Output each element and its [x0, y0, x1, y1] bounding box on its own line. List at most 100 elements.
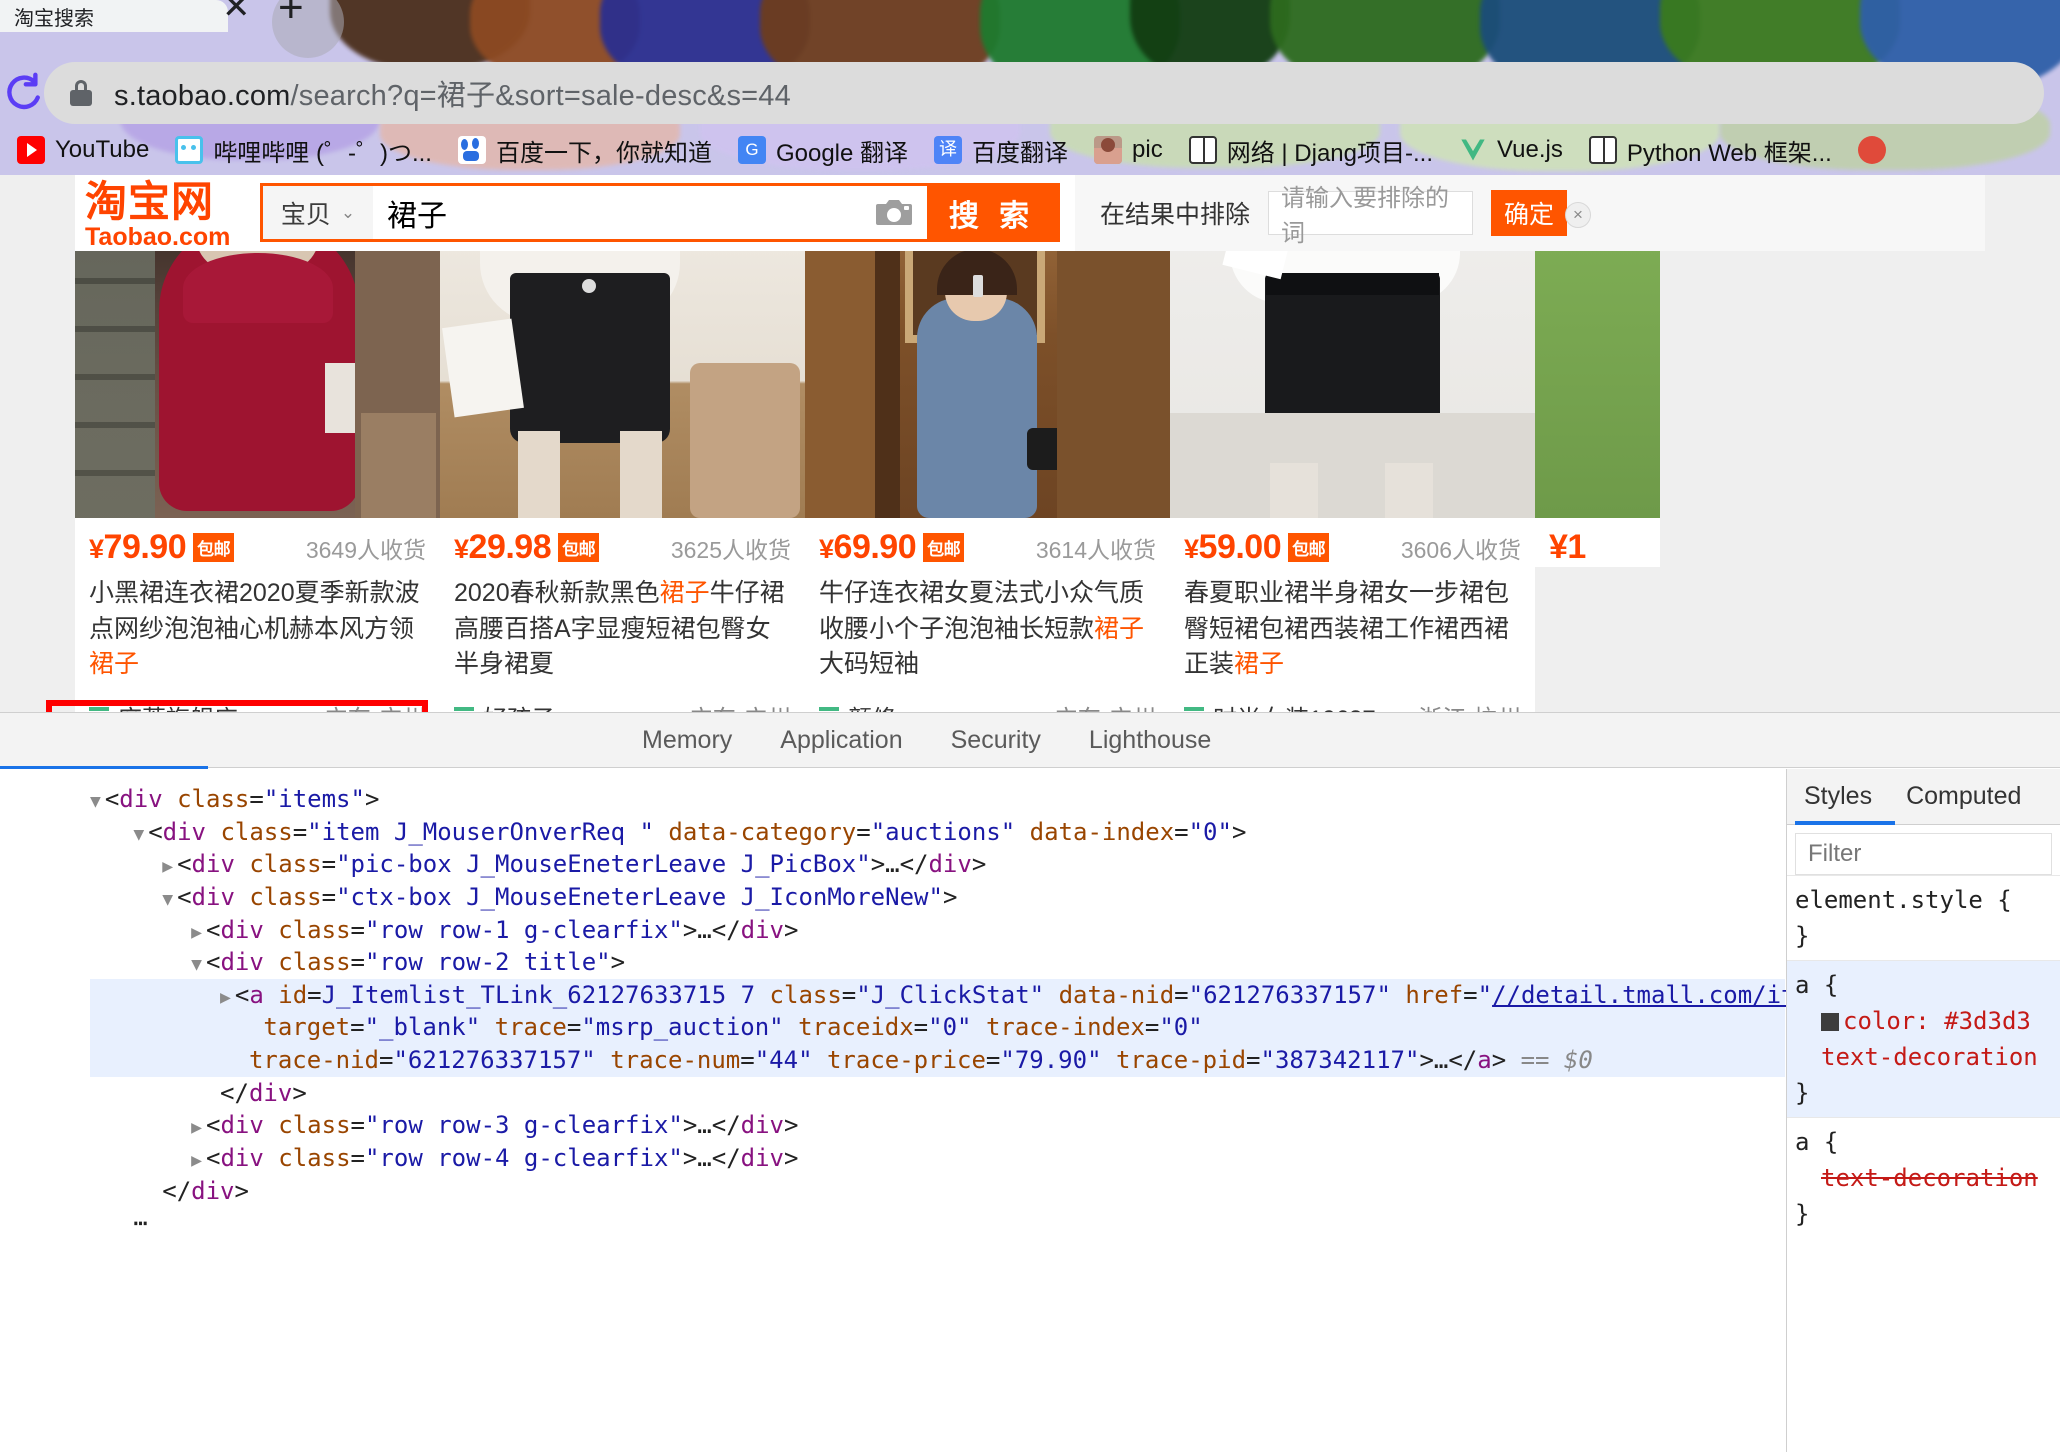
bookmark-python-web[interactable]: Python Web 框架...	[1576, 126, 1845, 174]
bookmark-label: Vue.js	[1497, 136, 1563, 163]
exclude-confirm-button[interactable]: 确定	[1491, 190, 1568, 236]
category-selector[interactable]: 宝贝 ⌄	[263, 186, 373, 239]
product-card[interactable]: ¥1	[1535, 213, 1660, 567]
product-card[interactable]: ¥69.90 包邮 3614人收货 牛仔连衣裙女夏法式小众气质收腰小个子泡泡袖长短…	[805, 213, 1170, 774]
title-main: 小黑裙连衣裙2020夏季新款波点网纱泡泡袖心机赫本风方领	[89, 579, 420, 643]
styles-active-tab-underline	[1795, 821, 1895, 825]
twisty-icon[interactable]: ▼	[162, 889, 173, 910]
product-title[interactable]: 牛仔连衣裙女夏法式小众气质收腰小个子泡泡袖长短款裙子大码短袖	[819, 576, 1156, 683]
twisty-icon[interactable]: ▶	[191, 1150, 202, 1171]
title-keyword: 裙子	[89, 650, 140, 678]
reload-icon[interactable]	[2, 70, 46, 114]
taobao-header: 淘宝网 Taobao.com 宝贝 ⌄ 裙子 搜 索 在结果中排除 请输入要排除…	[75, 175, 1985, 251]
style-close: }	[1795, 1200, 1810, 1228]
product-price: ¥29.98 包邮	[454, 528, 600, 567]
twisty-icon[interactable]: ▼	[90, 791, 101, 812]
style-rule[interactable]: a { color: #3d3d3 text-decoration }	[1787, 960, 2060, 1117]
dom-line[interactable]: ▼ <div class="items">	[90, 783, 1785, 816]
search-button[interactable]: 搜 索	[927, 186, 1057, 239]
twisty-icon[interactable]: ▶	[191, 922, 202, 943]
bookmark-vuejs[interactable]: Vue.js	[1446, 126, 1576, 174]
product-price: ¥79.90 包邮	[89, 528, 235, 567]
address-bar[interactable]: s.taobao.com/search?q=裙子&sort=sale-desc&…	[44, 62, 2044, 124]
dom-tree: ▼ <div class="items"> ▼ <div class="item J…	[0, 769, 2060, 1452]
node-trace: msrp_auction	[595, 1013, 770, 1042]
product-image[interactable]	[440, 213, 805, 518]
bookmark-baidu[interactable]: 百度一下，你就知道	[445, 126, 725, 174]
dom-line-selected[interactable]: trace-nid="621276337157" trace-num="44" …	[90, 1044, 1785, 1077]
twisty-icon[interactable]: ▶	[191, 1117, 202, 1138]
browser-chrome: 淘宝搜索 ✕ + s.taobao.com/search?q=裙子&sort=s…	[0, 0, 2060, 175]
search-input[interactable]: 裙子	[373, 186, 861, 239]
color-swatch	[1821, 1013, 1839, 1031]
picture-icon	[1094, 136, 1123, 164]
product-image[interactable]	[1535, 213, 1660, 518]
node-id: J_Itemlist_TLink_62127633715 7	[321, 980, 756, 1009]
product-title[interactable]: 小黑裙连衣裙2020夏季新款波点网纱泡泡袖心机赫本风方领裙子	[89, 576, 426, 683]
currency-symbol: ¥	[819, 534, 834, 564]
product-card[interactable]: ¥29.98 包邮 3625人收货 2020春秋新款黑色裙子牛仔裙高腰百搭A字显瘦…	[440, 213, 805, 774]
dom-line[interactable]: ▶ <div class="row row-1 g-clearfix">…</di…	[90, 914, 1785, 947]
style-property-text-decoration[interactable]: text-decoration	[1795, 1039, 2060, 1075]
styles-tab-styles[interactable]: Styles	[1787, 782, 1889, 811]
product-title[interactable]: 2020春秋新款黑色裙子牛仔裙高腰百搭A字显瘦短裙包臀女半身裙夏	[454, 576, 791, 683]
dom-line[interactable]: ▶ <div class="pic-box J_MouseEneterLeave …	[90, 848, 1785, 881]
bookmark-django[interactable]: 网络 | Djang项目-...	[1176, 126, 1446, 174]
devtools-tab-lighthouse[interactable]: Lighthouse	[1065, 726, 1235, 755]
twisty-icon[interactable]: ▶	[162, 856, 173, 877]
twisty-icon[interactable]: ▼	[133, 824, 144, 845]
price-value: 59.00	[1198, 528, 1282, 566]
product-image[interactable]	[75, 213, 440, 518]
dom-line[interactable]: </div>	[90, 1175, 1785, 1208]
product-price: ¥1	[1549, 528, 1586, 566]
bookmark-baidu-translate[interactable]: 译 百度翻译	[921, 126, 1081, 174]
taobao-logo[interactable]: 淘宝网 Taobao.com	[85, 181, 260, 252]
google-translate-icon: G	[737, 136, 766, 164]
browser-tab-active[interactable]: 淘宝搜索	[0, 0, 228, 32]
dom-line[interactable]: ▼ <div class="item J_MouserOnverReq " dat…	[90, 816, 1785, 849]
close-icon[interactable]: ×	[1565, 202, 1591, 228]
product-card[interactable]: ¥79.90 包邮 3649人收货 小黑裙连衣裙2020夏季新款波点网纱泡泡袖心机…	[75, 213, 440, 774]
tab-title: 淘宝搜索	[14, 7, 94, 30]
style-rule[interactable]: element.style { }	[1787, 875, 2060, 960]
title-main: 春夏职业裙半身裙女一步裙包臀短裙包裙西装裙工作裙西裙正装	[1184, 579, 1510, 678]
twisty-icon[interactable]: ▼	[191, 954, 202, 975]
new-tab-icon[interactable]: +	[278, 0, 304, 30]
product-card[interactable]: ¥59.00 包邮 3606人收货 春夏职业裙半身裙女一步裙包臀短裙包裙西装裙工作…	[1170, 213, 1535, 774]
style-rule[interactable]: a { text-decoration }	[1787, 1117, 2060, 1238]
camera-icon[interactable]	[861, 186, 927, 239]
search-input-value: 裙子	[387, 199, 447, 233]
dom-line-selected[interactable]: target="_blank" trace="msrp_auction" tra…	[90, 1011, 1785, 1044]
node-trace-nid: 621276337157	[407, 1046, 582, 1074]
product-image[interactable]	[1170, 213, 1535, 518]
dom-line[interactable]: ▼ <div class="row row-2 title">	[90, 946, 1785, 979]
dom-line[interactable]: ▼ <div class="ctx-box J_MouseEneterLeave …	[90, 881, 1785, 914]
node-trace-pid: 387342117	[1274, 1046, 1405, 1074]
styles-tab-computed[interactable]: Computed	[1889, 782, 2038, 811]
bookmark-bilibili[interactable]: 哔哩哔哩 (゜-゜)つ...	[162, 126, 445, 174]
bookmark-youtube[interactable]: YouTube	[4, 126, 162, 174]
product-title[interactable]: 春夏职业裙半身裙女一步裙包臀短裙包裙西装裙工作裙西裙正装裙子	[1184, 576, 1521, 683]
devtools-tab-security[interactable]: Security	[927, 726, 1065, 755]
bookmark-overflow[interactable]	[1845, 126, 1899, 174]
dom-line[interactable]: </div>	[90, 1077, 1785, 1110]
lock-icon	[70, 80, 92, 106]
devtools-tab-memory[interactable]: Memory	[618, 726, 756, 755]
style-selector: a {	[1795, 971, 1839, 999]
dom-line-selected[interactable]: ▶ <a id=J_Itemlist_TLink_62127633715 7 cl…	[90, 978, 2060, 1012]
bookmark-pic[interactable]: pic	[1081, 126, 1176, 174]
dom-line[interactable]: ▶ <div class="row row-4 g-clearfix">…</di…	[90, 1142, 1785, 1175]
bookmark-label: Python Web 框架...	[1626, 139, 1832, 167]
style-property-color[interactable]: color: #3d3d3	[1795, 1003, 2060, 1039]
devtools-tab-application[interactable]: Application	[756, 726, 926, 755]
product-image[interactable]	[805, 213, 1170, 518]
styles-filter-input[interactable]: Filter	[1795, 833, 2052, 875]
bookmark-google-translate[interactable]: G Google 翻译	[725, 126, 921, 174]
dom-line[interactable]: ▶ <div class="row row-3 g-clearfix">…</di…	[90, 1109, 1785, 1142]
deal-count: 3606人收货	[1400, 537, 1521, 563]
close-icon[interactable]: ✕	[222, 0, 251, 24]
price-row: ¥29.98 包邮 3625人收货	[454, 528, 791, 567]
twisty-icon[interactable]: ▶	[220, 987, 231, 1008]
style-property-text-decoration-overridden[interactable]: text-decoration	[1795, 1160, 2060, 1196]
exclude-input[interactable]: 请输入要排除的词	[1268, 185, 1474, 247]
